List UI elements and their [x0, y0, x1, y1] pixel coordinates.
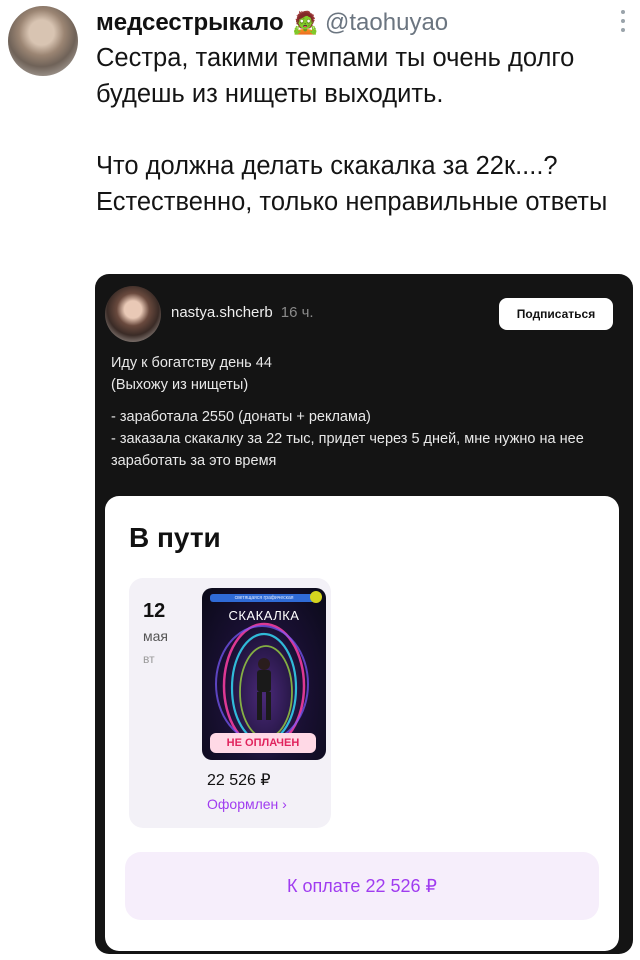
tweet-text: Сестра, такими темпами ты очень долго бу…: [96, 40, 626, 220]
order-weekday: вт: [143, 652, 155, 666]
order-month: мая: [143, 628, 168, 644]
tweet-header: медсестрыкало 🧟 @taohuyao: [96, 6, 620, 40]
order-status-link: Оформлен ›: [207, 796, 287, 812]
post-username: nastya.shcherb: [171, 304, 273, 321]
unpaid-badge: НЕ ОПЛАЧЕН: [210, 733, 316, 753]
order-price: 22 526 ₽: [207, 772, 271, 789]
post-line: Иду к богатству день 44: [111, 355, 272, 371]
post-username-row: nastya.shcherb 16 ч.: [171, 304, 314, 321]
more-options-icon[interactable]: [620, 10, 626, 32]
tweet-text-line: Что должна делать скакалка за 22к....? Е…: [96, 152, 608, 216]
product-banner-text: светящаяся графическая: [234, 595, 294, 601]
post-line: (Выхожу из нищеты): [111, 377, 249, 393]
product-title: СКАКАЛКА: [228, 608, 300, 623]
tweet-text-line: Сестра, такими темпами ты очень долго бу…: [96, 44, 575, 108]
subscribe-button: Подписаться: [499, 298, 613, 330]
order-card: 12 мая вт светящаяся графическая СКАКАЛК…: [129, 578, 331, 828]
user-handle[interactable]: @taohuyao: [325, 9, 448, 37]
post-text: Иду к богатству день 44 (Выхожу из нищет…: [111, 352, 611, 472]
product-image: светящаяся графическая СКАКАЛКА НЕ ОПЛАЧ…: [202, 588, 326, 760]
order-day: 12: [143, 600, 166, 622]
order-panel: В пути 12 мая вт светящаяся графическая: [105, 496, 619, 951]
product-corner-icon: [310, 591, 322, 603]
panel-title: В пути: [129, 522, 221, 553]
pay-button: К оплате 22 526 ₽: [125, 852, 599, 920]
product-banner: светящаяся графическая: [210, 594, 318, 602]
embedded-screenshot[interactable]: nastya.shcherb 16 ч. Подписаться Иду к бо…: [95, 274, 633, 954]
post-time: 16 ч.: [280, 304, 314, 321]
post-line: - заработала 2550 (донаты + реклама): [111, 409, 371, 425]
zombie-emoji-icon: 🧟: [291, 10, 320, 35]
tweet-avatar[interactable]: [8, 6, 78, 76]
display-name[interactable]: медсестрыкало: [96, 9, 284, 37]
post-line: - заказала скакалку за 22 тыс, придет че…: [111, 431, 584, 469]
post-avatar: [105, 286, 161, 342]
